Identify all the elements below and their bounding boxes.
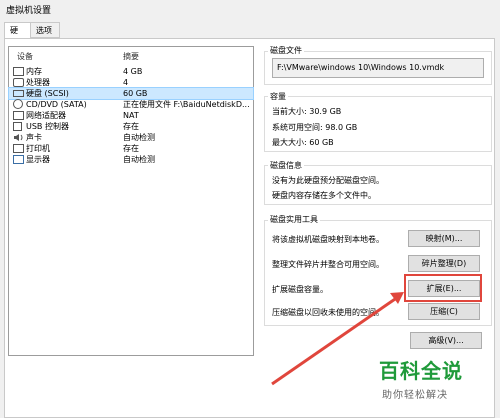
watermark-tagline: 助你轻松解决 (382, 390, 448, 401)
advanced-button[interactable]: 高级(V)... (410, 332, 482, 349)
watermark-brand: 百科全说 (379, 359, 463, 383)
